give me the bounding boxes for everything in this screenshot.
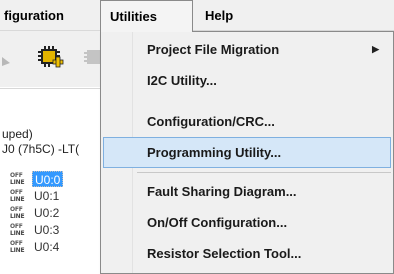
menu-item-label: Programming Utility... <box>147 145 282 160</box>
tree-node-label[interactable]: U0:0 <box>32 171 64 187</box>
tree-group-label: uped) <box>2 127 33 141</box>
menu-item-label: Resistor Selection Tool... <box>147 246 302 261</box>
menu-item-label: Configuration/CRC... <box>147 114 275 129</box>
menu-bar: figuration Utilities Help <box>0 0 394 32</box>
tree-node[interactable]: OFF LINE U0:2 <box>10 205 100 222</box>
tree-node[interactable]: OFF LINE U0:4 <box>10 239 100 256</box>
offline-badge: OFF LINE <box>10 172 25 186</box>
utilities-dropdown: Project File Migration ▶ I2C Utility... … <box>100 31 394 274</box>
tree-node-label[interactable]: U0:3 <box>32 222 61 238</box>
menu-item-label: Project File Migration <box>147 42 280 57</box>
partial-icon[interactable] <box>2 45 16 67</box>
offline-badge: OFF LINE <box>10 240 25 254</box>
chip-add-icon[interactable] <box>36 45 64 71</box>
offline-badge: OFF LINE <box>10 223 25 237</box>
menu-item-programming-utility[interactable]: Programming Utility... <box>103 137 391 168</box>
menu-item-label: Fault Sharing Diagram... <box>147 184 297 199</box>
menu-item-configuration-crc[interactable]: Configuration/CRC... <box>103 106 391 137</box>
menu-item-label: I2C Utility... <box>147 73 217 88</box>
menu-item-resistor-selection-tool[interactable]: Resistor Selection Tool... <box>103 238 391 269</box>
submenu-arrow-icon: ▶ <box>372 44 379 54</box>
menu-item-project-file-migration[interactable]: Project File Migration ▶ <box>103 34 391 65</box>
tree-node-label[interactable]: U0:2 <box>32 205 61 221</box>
menu-separator <box>137 172 391 173</box>
tree-node[interactable]: OFF LINE U0:3 <box>10 222 100 239</box>
menu-item-label: On/Off Configuration... <box>147 215 288 230</box>
tree-node[interactable]: OFF LINE U0:0 <box>10 171 100 188</box>
tree-device-label[interactable]: J0 (7h5C) -LT( <box>2 142 79 156</box>
offline-badge: OFF LINE <box>10 206 25 220</box>
menu-configuration[interactable]: figuration <box>0 0 70 31</box>
device-tree: uped) J0 (7h5C) -LT( OFF LINE U0:0 OFF LIN… <box>0 88 110 274</box>
menu-help[interactable]: Help <box>199 0 239 31</box>
menu-item-i2c-utility[interactable]: I2C Utility... <box>103 65 391 96</box>
tree-node-label[interactable]: U0:1 <box>32 188 61 204</box>
tree-node[interactable]: OFF LINE U0:1 <box>10 188 100 205</box>
tree-node-label[interactable]: U0:4 <box>32 239 61 255</box>
menu-item-fault-sharing-diagram[interactable]: Fault Sharing Diagram... <box>103 176 391 207</box>
menu-item-on-off-configuration[interactable]: On/Off Configuration... <box>103 207 391 238</box>
chip-disabled-icon[interactable] <box>82 47 102 69</box>
offline-badge: OFF LINE <box>10 189 25 203</box>
menu-utilities[interactable]: Utilities <box>100 0 193 32</box>
